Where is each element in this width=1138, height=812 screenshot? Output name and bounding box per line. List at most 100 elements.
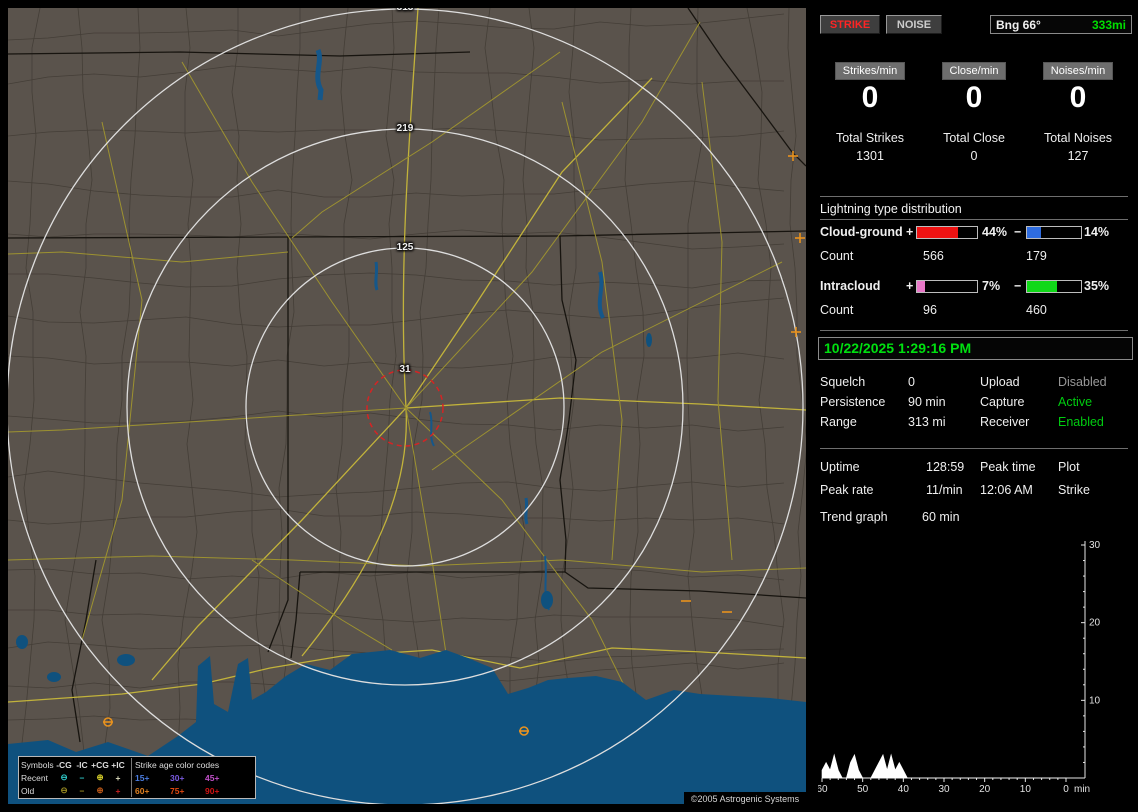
svg-text:30: 30 [938,784,950,795]
distribution-title: Lightning type distribution [820,202,962,216]
plus-sign: + [906,279,914,293]
info-row: Uptime 128:59 Peak time Plot [818,460,1130,476]
uptime-label: Uptime [820,460,860,474]
total-strikes-label: Total Strikes [835,131,905,145]
cg-positive-bar-fill [917,227,958,238]
cg-negative-count: 179 [1026,249,1047,263]
divider [820,330,1128,331]
ic-positive-bar [916,280,978,293]
cg-positive-pct: 44% [982,225,1008,239]
cloud-ground-row: Cloud-ground + 44% − 14% [818,225,1130,241]
age-30: 30+ [170,772,185,783]
trend-graph-label: Trend graph [820,510,888,524]
squelch-value: 0 [908,375,915,389]
bearing-range-value: 333mi [1091,17,1126,32]
legend-age-title: Strike age color codes [135,759,220,770]
peak-time-value: 12:06 AM [980,483,1033,497]
total-strikes-value: 1301 [856,149,884,163]
svg-text:40: 40 [898,784,910,795]
svg-text:30: 30 [1089,540,1101,551]
divider [820,219,1128,220]
uptime-value: 128:59 [926,460,965,474]
total-close-value: 0 [970,149,978,163]
cg-negative-bar [1026,226,1082,239]
receiver-label: Receiver [980,415,1030,429]
plus-sign: + [906,225,914,239]
lightning-map[interactable]: 313 219 125 31 Symbols -CG -IC +CG +IC R… [8,8,806,804]
noises-per-min-value: 0 [1069,81,1087,114]
svg-text:min: min [1074,784,1090,795]
upload-label: Upload [980,375,1020,389]
ic-positive-count: 96 [923,303,937,317]
ic-negative-bar [1026,280,1082,293]
svg-text:50: 50 [857,784,869,795]
plot-label: Plot [1058,460,1080,474]
totals-value-row: 1301 0 127 [818,149,1130,163]
peak-rate-label: Peak rate [820,483,874,497]
rate-value-row: 0 0 0 [818,82,1130,114]
recent-pos-cg-icon: ⊕ [96,772,104,782]
cloud-ground-label: Cloud-ground [820,225,903,239]
status-row: Persistence 90 min Capture Active [818,395,1130,411]
divider [820,448,1128,449]
rate-chip-row: Strikes/min Close/min Noises/min [818,62,1130,80]
svg-text:0: 0 [1063,784,1069,795]
total-close-label: Total Close [943,131,1005,145]
total-noises-value: 127 [1067,149,1089,163]
ic-positive-pct: 7% [982,279,1001,293]
cg-positive-bar [916,226,978,239]
ring-label-31: 31 [399,364,411,375]
old-pos-ic-icon: + [115,785,121,796]
legend-old-label: Old [21,785,35,796]
old-neg-ic-icon: − [79,785,85,796]
ring-label-313: 313 [397,8,414,13]
trend-header-row: Trend graph 60 min [818,510,1130,526]
minus-sign: − [1014,279,1022,293]
legend-symbols-title: Symbols [21,759,54,770]
status-row: Range 313 mi Receiver Enabled [818,415,1130,431]
receiver-status: Enabled [1058,415,1104,429]
status-panel: STRIKE NOISE Bng 66° 333mi Strikes/min C… [818,0,1138,812]
legend-col-neg-cg: -CG [56,759,72,770]
legend-col-pos-cg: +CG [91,759,109,770]
svg-text:10: 10 [1089,695,1101,706]
cg-negative-pct: 14% [1084,225,1110,239]
noise-mode-button[interactable]: NOISE [886,15,942,34]
totals-label-row: Total Strikes Total Close Total Noises [818,131,1130,145]
svg-text:60: 60 [818,784,828,795]
strike-mode-button[interactable]: STRIKE [820,15,880,34]
noises-per-min-label: Noises/min [1042,62,1114,80]
age-90: 90+ [205,785,220,796]
status-row: Squelch 0 Upload Disabled [818,375,1130,391]
intracloud-label: Intracloud [820,279,881,293]
map-legend: Symbols -CG -IC +CG +IC Recent ⊖ − ⊕ + O… [18,756,256,799]
trend-graph: 60 50 40 30 20 10 0 min 10 20 30 [818,540,1101,795]
close-per-min-label: Close/min [941,62,1007,80]
strikes-per-min-value: 0 [861,81,879,114]
minus-sign: − [1014,225,1022,239]
ic-positive-bar-fill [917,281,925,292]
trend-window-value: 60 min [922,510,960,524]
capture-status: Active [1058,395,1093,409]
ic-negative-count: 460 [1026,303,1047,317]
range-value: 313 mi [908,415,946,429]
squelch-label: Squelch [820,375,866,389]
close-per-min-value: 0 [965,81,983,114]
persistence-value: 90 min [908,395,946,409]
recent-neg-cg-icon: ⊖ [60,772,68,782]
age-15: 15+ [135,772,150,783]
plot-mode-value: Strike [1058,483,1090,497]
ic-negative-pct: 35% [1084,279,1110,293]
total-noises-label: Total Noises [1043,131,1113,145]
legend-recent-label: Recent [21,772,48,783]
svg-text:20: 20 [979,784,991,795]
age-75: 75+ [170,785,185,796]
svg-text:20: 20 [1089,618,1101,629]
ring-label-125: 125 [396,242,414,253]
age-60: 60+ [135,785,150,796]
old-neg-cg-icon: ⊖ [60,785,68,795]
strikes-per-min-label: Strikes/min [834,62,906,80]
persistence-label: Persistence [820,395,886,409]
age-45: 45+ [205,772,220,783]
upload-status: Disabled [1058,375,1107,389]
